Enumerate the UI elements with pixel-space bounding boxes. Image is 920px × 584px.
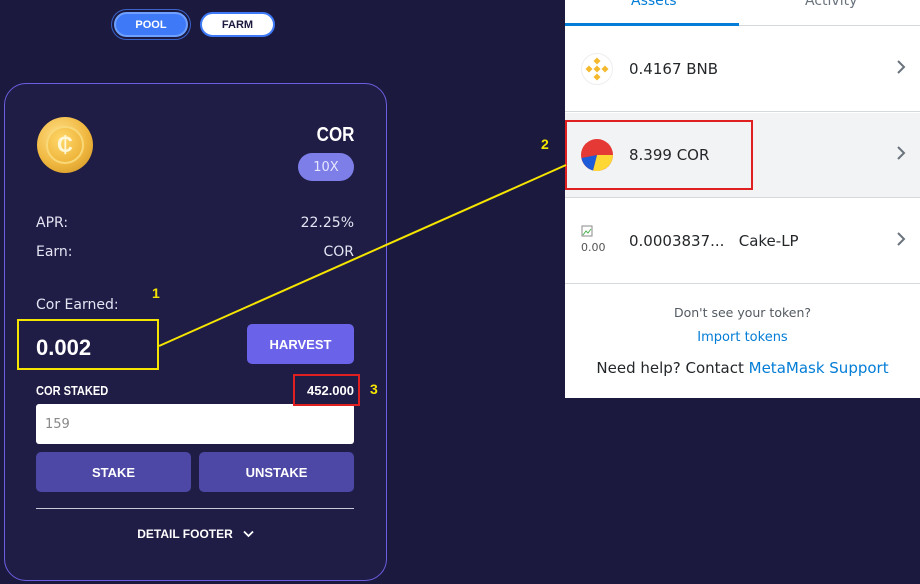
- annotation-connector-line: [158, 164, 567, 347]
- annotation-number-2: 2: [541, 136, 549, 152]
